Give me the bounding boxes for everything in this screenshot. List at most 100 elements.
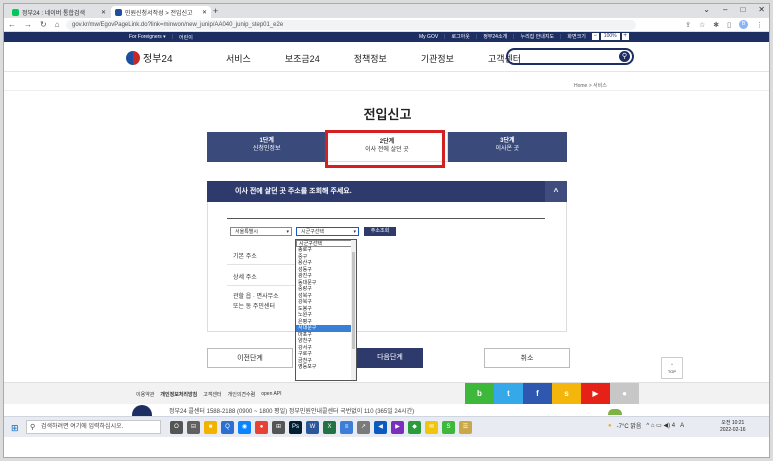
tab-strip: 정부24 : 네이버 통합검색 ✕ 민원신청서작성 > 전입신고 ✕ + ⌄ –… bbox=[4, 4, 769, 18]
mygov-link[interactable]: My GOV bbox=[419, 34, 438, 40]
taskbar-clock[interactable]: 오전 10:21 2022-02-16 bbox=[720, 420, 746, 434]
collapse-icon[interactable]: ^ bbox=[545, 181, 567, 202]
taskbar-app-icon[interactable]: O bbox=[170, 421, 183, 434]
kids-link[interactable]: 어린이 bbox=[179, 34, 193, 41]
maximize-icon[interactable]: □ bbox=[740, 5, 745, 14]
ime-indicator[interactable]: A bbox=[680, 423, 684, 429]
sitemap-link[interactable]: 누리집 안내지도 bbox=[520, 33, 554, 40]
zoom-in-button[interactable]: + bbox=[621, 33, 629, 40]
openapi-link[interactable]: open API bbox=[261, 391, 281, 398]
zoom-out-button[interactable]: − bbox=[591, 33, 599, 40]
taskbar-app-icon[interactable]: ✉ bbox=[425, 421, 438, 434]
close-tab-icon[interactable]: ✕ bbox=[101, 9, 106, 16]
nav-policy[interactable]: 정책정보 bbox=[354, 52, 387, 65]
taskbar-app-icon[interactable]: W bbox=[306, 421, 319, 434]
social-link-icon[interactable]: s bbox=[552, 383, 581, 404]
taskbar-app-icon[interactable]: ■ bbox=[204, 421, 217, 434]
taskbar-app-icon[interactable]: ● bbox=[255, 421, 268, 434]
taskbar-app-icon[interactable]: ◉ bbox=[238, 421, 251, 434]
taskbar-app-icon[interactable]: Ps bbox=[289, 421, 302, 434]
browser-tab-active[interactable]: 민원신청서작성 > 전입신고 ✕ bbox=[111, 6, 211, 18]
scrollbar-thumb[interactable] bbox=[352, 252, 355, 349]
feedback-link[interactable]: 개인의견수렴 bbox=[228, 391, 256, 398]
community-center-label: 또는 동 주민센터 bbox=[233, 304, 275, 310]
close-window-icon[interactable]: ✕ bbox=[758, 5, 765, 14]
profile-avatar[interactable]: B bbox=[739, 20, 748, 29]
taskbar-app-icon[interactable]: ↗ bbox=[357, 421, 370, 434]
district-dropdown-list[interactable]: 시군구선택 종로구 중구 용산구 성동구 광진구 동대문구 중랑구 성북구 강북구 도봉구 노원구 은평… bbox=[295, 239, 357, 381]
divider bbox=[227, 218, 545, 219]
for-foreigners-link[interactable]: For Foreigners ▾ bbox=[129, 34, 166, 41]
step-label: 신청인정보 bbox=[252, 146, 281, 152]
support-link[interactable]: 고객센터 bbox=[203, 391, 221, 398]
about-link[interactable]: 정부24소개 bbox=[483, 33, 507, 40]
taskbar-app-icon[interactable]: ▶ bbox=[391, 421, 404, 434]
next-step-button[interactable]: 다음단계 bbox=[357, 348, 423, 368]
site-search-input[interactable]: ⚲ bbox=[506, 48, 634, 65]
taskbar-app-icon[interactable]: ◀ bbox=[374, 421, 387, 434]
menu-icon[interactable]: ⋮ bbox=[756, 21, 763, 29]
star-icon[interactable]: ☆ bbox=[699, 21, 705, 29]
footer-links: 이용약관 개인정보처리방침 고객센터 개인의견수렴 open API bbox=[136, 391, 282, 398]
taskbar-search-input[interactable]: ⚲ 검색하려면 여기에 입력하십시오. bbox=[26, 420, 161, 434]
browser-window: 정부24 : 네이버 통합검색 ✕ 민원신청서작성 > 전입신고 ✕ + ⌄ –… bbox=[3, 3, 770, 458]
taskbar-app-icon[interactable]: ◆ bbox=[408, 421, 421, 434]
logout-link[interactable]: 로그아웃 bbox=[451, 33, 469, 40]
date: 2022-02-16 bbox=[720, 427, 746, 433]
taskbar-app-icon[interactable]: X bbox=[323, 421, 336, 434]
nav-agency[interactable]: 기관정보 bbox=[421, 52, 454, 65]
taskbar-app-icon[interactable]: ≡ bbox=[340, 421, 353, 434]
taskbar-app-icon[interactable]: ☰ bbox=[459, 421, 472, 434]
site-logo[interactable]: 정부24 bbox=[126, 50, 173, 65]
cancel-button[interactable]: 취소 bbox=[484, 348, 570, 368]
address-panel-header: 이사 전에 살던 곳 주소를 조회해 주세요. ^ bbox=[207, 181, 567, 202]
back-icon[interactable]: ← bbox=[8, 20, 16, 29]
nav-subsidy[interactable]: 보조금24 bbox=[285, 52, 320, 65]
browser-tab-naver[interactable]: 정부24 : 네이버 통합검색 ✕ bbox=[8, 6, 110, 18]
minimize-icon[interactable]: – bbox=[723, 5, 727, 14]
zoom-control: − 100% + bbox=[591, 33, 629, 40]
dropdown-scrollbar[interactable] bbox=[351, 240, 356, 380]
taskbar-app-icon[interactable]: S bbox=[442, 421, 455, 434]
step-1: 1단계 신청인정보 bbox=[207, 132, 326, 162]
site-header: 정부24 서비스 보조금24 정책정보 기관정보 고객센터 ⚲ bbox=[4, 42, 769, 72]
site-topbar: For Foreigners ▾ | 어린이 My GOV | 로그아웃 | 정… bbox=[4, 32, 769, 42]
district-option[interactable]: 영등포구 bbox=[296, 364, 356, 371]
city-select-value: 서울특별시 bbox=[235, 229, 259, 235]
page-title: 전입신고 bbox=[363, 107, 412, 122]
home-icon[interactable]: ⌂ bbox=[55, 20, 60, 29]
highlight-box bbox=[325, 130, 445, 168]
windows-start-icon[interactable]: ⊞ bbox=[11, 423, 19, 434]
city-select[interactable]: 서울특별시 ▾ bbox=[230, 227, 292, 236]
sidebar-icon[interactable]: ▯ bbox=[727, 21, 731, 29]
extensions-icon[interactable]: ✱ bbox=[713, 21, 719, 29]
social-link-icon[interactable]: b bbox=[465, 383, 494, 404]
taskbar-app-icon[interactable]: ⊟ bbox=[187, 421, 200, 434]
nav-services[interactable]: 서비스 bbox=[226, 52, 251, 65]
share-icon[interactable]: ⇪ bbox=[685, 21, 691, 29]
social-link-icon[interactable]: t bbox=[494, 383, 523, 404]
tray-icons[interactable]: ^ ⌂ ▭ ◀) 4 bbox=[646, 422, 675, 429]
chevron-down-icon[interactable]: ⌄ bbox=[703, 5, 710, 14]
district-option[interactable]: 시군구선택 bbox=[296, 240, 356, 247]
scroll-top-button[interactable]: ^ TOP bbox=[661, 357, 683, 379]
search-icon[interactable]: ⚲ bbox=[619, 51, 630, 62]
forward-icon[interactable]: → bbox=[24, 20, 32, 29]
new-tab-icon[interactable]: + bbox=[213, 6, 218, 16]
taegeuk-logo-icon bbox=[126, 50, 140, 65]
privacy-link[interactable]: 개인정보처리방침 bbox=[160, 391, 197, 398]
taskbar-app-icon[interactable]: Q bbox=[221, 421, 234, 434]
district-select[interactable]: 시군구선택 ▾ bbox=[296, 227, 359, 236]
terms-link[interactable]: 이용약관 bbox=[136, 391, 154, 398]
taskbar-app-icon[interactable]: ⊞ bbox=[272, 421, 285, 434]
url-field[interactable]: gov.kr/mw/EgovPageLink.do?link=minwon/ne… bbox=[66, 20, 636, 30]
weather-text[interactable]: -7°C 맑음 bbox=[617, 421, 642, 430]
close-tab-icon[interactable]: ✕ bbox=[202, 9, 207, 16]
social-link-icon[interactable]: ▶ bbox=[581, 383, 610, 404]
reload-icon[interactable]: ↻ bbox=[40, 20, 47, 29]
prev-step-button[interactable]: 이전단계 bbox=[207, 348, 293, 368]
address-search-button[interactable]: 주소조회 bbox=[364, 227, 396, 236]
social-link-icon[interactable]: f bbox=[523, 383, 552, 404]
zoom-value: 100% bbox=[600, 33, 620, 40]
social-link-icon[interactable]: ● bbox=[610, 383, 639, 404]
